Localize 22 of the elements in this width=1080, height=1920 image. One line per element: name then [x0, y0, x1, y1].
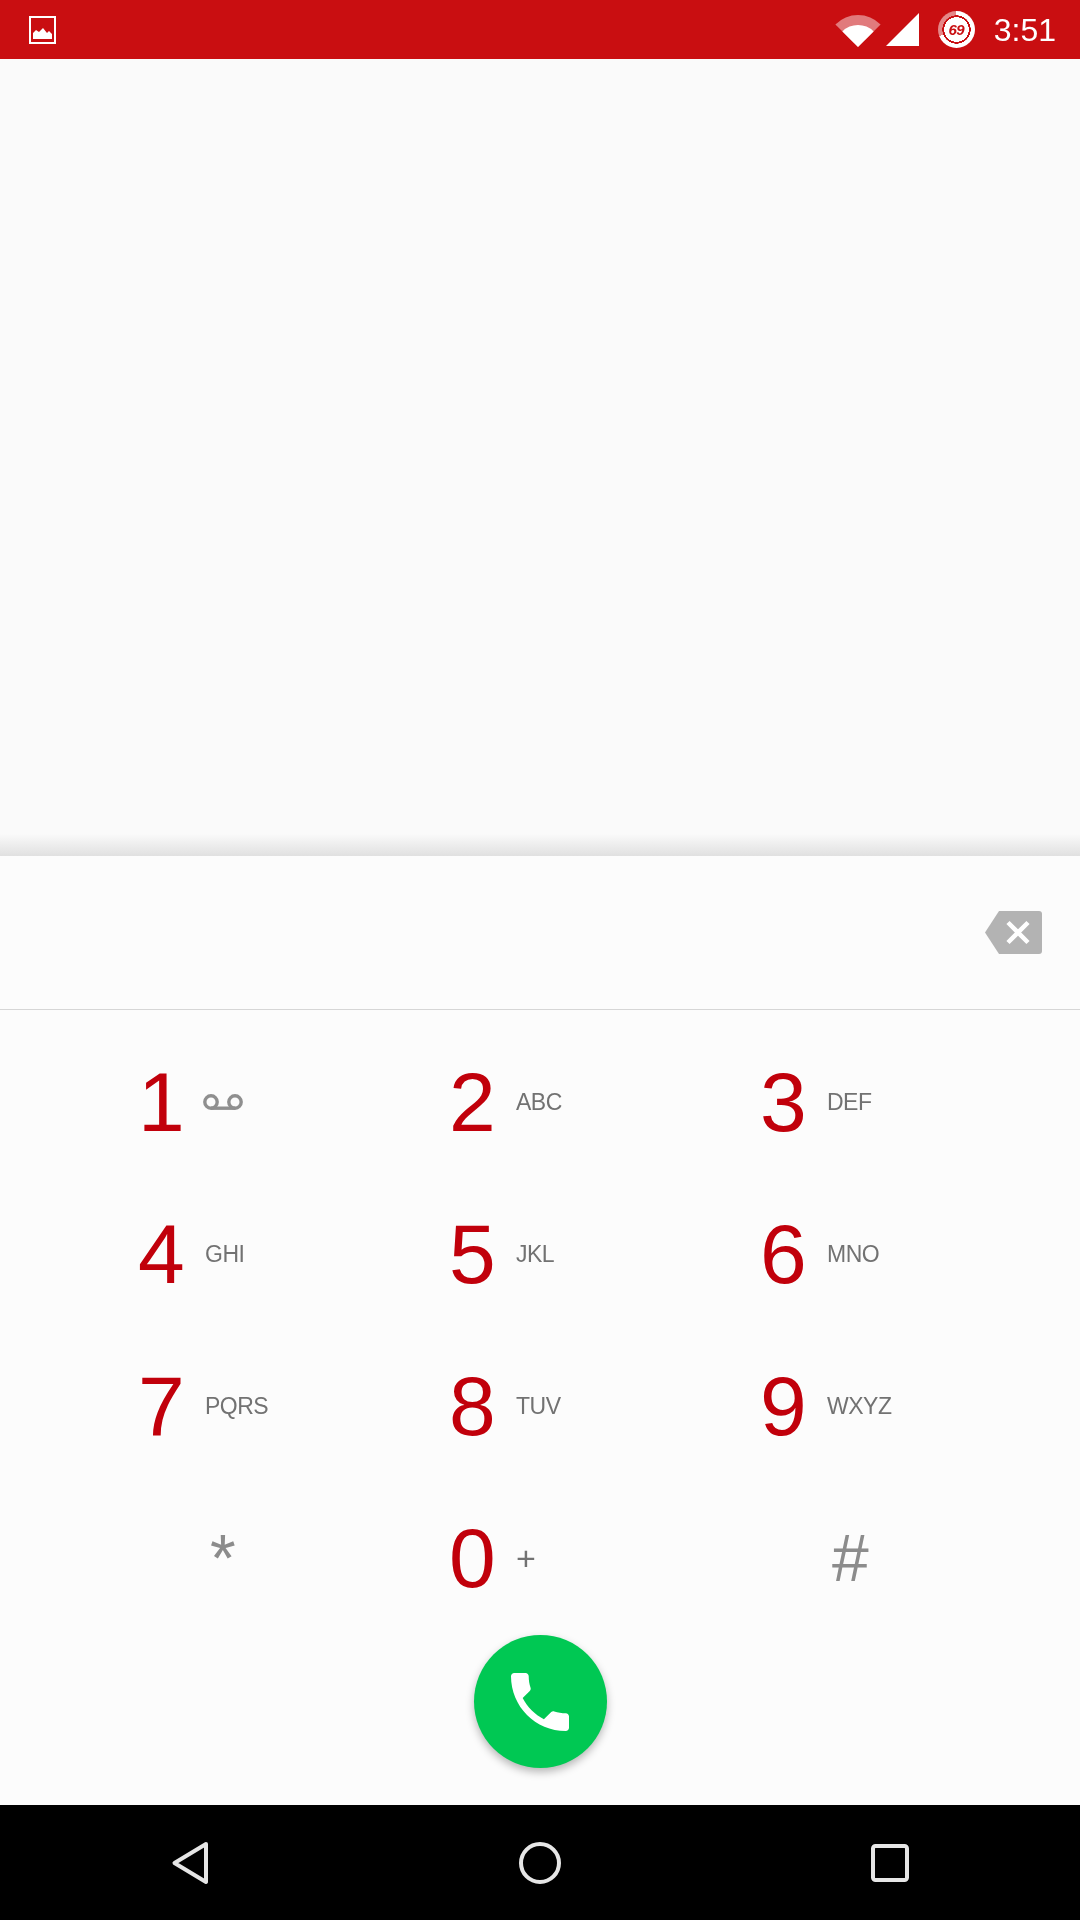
home-icon[interactable]	[519, 1841, 561, 1884]
dial-key[interactable]: 7 PQRS	[138, 1364, 269, 1448]
recents-icon[interactable]	[871, 1843, 909, 1882]
signal-icon	[885, 13, 919, 46]
dial-key[interactable]: *	[210, 1525, 236, 1591]
phone-icon	[511, 1672, 569, 1731]
image-icon	[29, 15, 56, 44]
back-icon[interactable]	[171, 1840, 209, 1885]
dial-key[interactable]: 4 GHI	[138, 1212, 245, 1296]
dial-key[interactable]: 0 +	[449, 1516, 536, 1600]
status-time: 3:51	[993, 13, 1056, 46]
voicemail-icon	[203, 1093, 243, 1111]
dial-key[interactable]: 6 MNO	[760, 1212, 880, 1296]
dial-key[interactable]: 2 ABC	[449, 1060, 562, 1144]
battery-indicator: 69	[937, 11, 975, 48]
dial-key[interactable]: 8 TUV	[449, 1364, 561, 1448]
dial-key[interactable]: 3 DEF	[760, 1060, 872, 1144]
dial-key[interactable]: 9 WXYZ	[760, 1364, 892, 1448]
wifi-icon	[834, 12, 881, 47]
dial-key[interactable]: 1	[138, 1060, 243, 1144]
dial-key[interactable]: #	[832, 1525, 869, 1591]
dial-key[interactable]: 5 JKL	[449, 1212, 555, 1296]
